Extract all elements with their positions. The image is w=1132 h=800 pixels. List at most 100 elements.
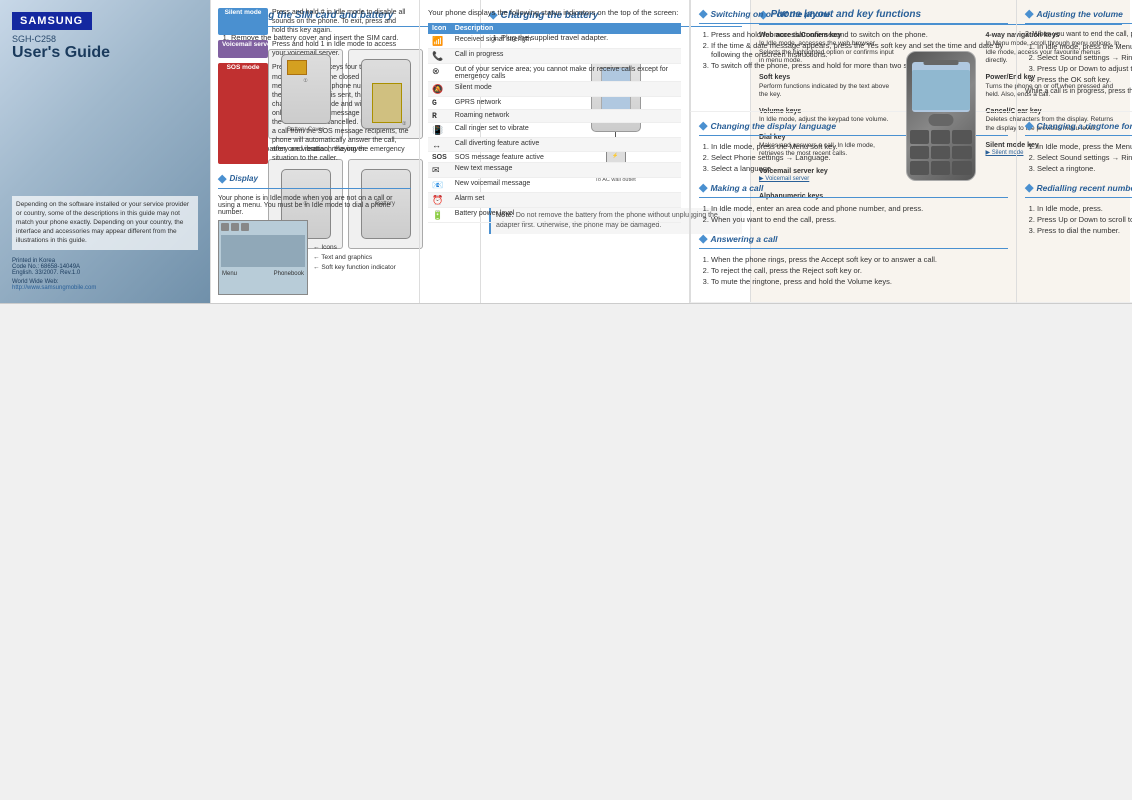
page: SAMSUNG SGH-C258 User's Guide Depending … (0, 0, 1132, 304)
screen-text-area (221, 235, 305, 267)
status-panel: Silent mode Press and hold # in Idle mod… (210, 0, 420, 303)
softkey-label: ← Soft key function indicator (313, 264, 396, 271)
status-icon-row: 📳 Call ringer set to vibrate (428, 123, 681, 138)
volume-note: While a call is in progress, press the V… (1025, 88, 1132, 95)
col-header-icon: Icon (428, 23, 451, 34)
icon-silent-desc: Silent mode (451, 82, 681, 97)
icon-vibrate-desc: Call ringer set to vibrate (451, 123, 681, 138)
icon-sos-desc: SOS message feature active (451, 152, 681, 163)
volume-step-3: Press Up or Down to adjust the volume le… (1037, 64, 1132, 73)
middle-row: Silent mode Press and hold # in Idle mod… (210, 0, 1132, 304)
icon-gprs: G (428, 97, 451, 110)
guide-title: User's Guide (12, 44, 198, 62)
ringtone-steps: In Idle mode, press the Menu soft key. S… (1025, 142, 1132, 173)
status-icon-row: ⏰ Alarm set (428, 193, 681, 208)
icon-call: 📞 (428, 49, 451, 64)
making-call-subsection: ◆ Making a call In Idle mode, enter an a… (699, 181, 1008, 224)
status-icons-panel: Your phone displays the following status… (420, 0, 690, 303)
screen-icons (219, 221, 307, 233)
sim-label-2: ② (402, 121, 406, 127)
mode-silent: Silent mode Press and hold # in Idle mod… (218, 8, 411, 35)
silent-mode-badge: Silent mode (218, 8, 268, 35)
status-icon-row: ✉ New text message (428, 163, 681, 178)
phone-3d-container (901, 31, 981, 201)
redialling-steps: In Idle mode, press. Press Up or Down to… (1025, 204, 1132, 235)
display-section: ◆ Display Your phone is in Idle mode whe… (218, 172, 411, 295)
diamond-icon-switch: ◆ (699, 7, 707, 20)
status-icon-row: G GPRS network (428, 97, 681, 110)
display-desc: Your phone is in Idle mode when you are … (218, 195, 411, 216)
answer-step-3: To mute the ringtone, press and hold the… (711, 277, 1008, 286)
sim-phone-img: ① (281, 54, 331, 124)
screen-mockup: Menu Phonebook (218, 220, 308, 295)
status-icon-row: 🔕 Silent mode (428, 82, 681, 97)
screen-labels: ← Icons ← Text and graphics ← Soft key f… (313, 244, 396, 271)
icon-roaming: R (428, 110, 451, 123)
switching-title: ◆ Switching on or off the phone (699, 7, 1008, 24)
icon-alarm: ⏰ (428, 193, 451, 208)
icon-battery: 🔋 (428, 208, 451, 223)
icon-battery-desc: Battery power level (451, 208, 681, 223)
icon-no-service-desc: Out of your service area; you cannot mak… (451, 64, 681, 82)
adjusting-volume-title: ◆ Adjusting the volume (1025, 7, 1132, 24)
ringtone-step-1: In Idle mode, press the Menu soft key. (1037, 142, 1132, 151)
icon-divert-desc: Call diverting feature active (451, 138, 681, 152)
display-title: ◆ Display (218, 172, 411, 189)
icon-signal: 📶 (428, 34, 451, 49)
answer-step-2: To reject the call, press the Reject sof… (711, 266, 1008, 275)
icon-gprs-desc: GPRS network (451, 97, 681, 110)
icon-sos: SOS (428, 152, 451, 163)
top-row: SAMSUNG SGH-C258 User's Guide Depending … (0, 0, 210, 304)
sim-label-1: ① (303, 78, 307, 84)
softkey-menu: Menu (222, 271, 237, 277)
logo-panel: SAMSUNG SGH-C258 User's Guide Depending … (0, 0, 210, 303)
answering-call-subsection: ◆ Answering a call When the phone rings,… (699, 232, 1008, 286)
phone-nav (928, 114, 953, 126)
phone-keypad (910, 130, 972, 175)
logo-note: Depending on the software installed or y… (12, 196, 198, 249)
status-icon-row: 📞 Call in progress (428, 49, 681, 64)
status-icon-row: ⊗ Out of your service area; you cannot m… (428, 64, 681, 82)
icon-voicemail-desc: New voicemail message (451, 178, 681, 193)
softkey-phonebook: Phonebook (274, 271, 304, 277)
volume-step-4: Press the OK soft key. (1037, 75, 1132, 84)
icon-sms: ✉ (428, 163, 451, 178)
screen-box: Menu Phonebook (218, 220, 308, 295)
icon-3 (241, 223, 249, 231)
status-icons-intro: Your phone displays the following status… (428, 8, 681, 17)
icon-no-service: ⊗ (428, 64, 451, 82)
status-icon-row: R Roaming network (428, 110, 681, 123)
icon-vibrate: 📳 (428, 123, 451, 138)
icon-roaming-desc: Roaming network (451, 110, 681, 123)
volume-step-1: In Idle mode, press the Menu soft key. (1037, 42, 1132, 51)
diamond-icon-display: ◆ (218, 172, 226, 185)
making-call-steps: In Idle mode, enter an area code and pho… (699, 204, 1008, 224)
diamond-icon-answer: ◆ (699, 232, 707, 245)
redial-step-2: Press Up or Down to scroll to the number… (1037, 215, 1132, 224)
ringtone-panel: ◆ Changing a ringtone for calls In Idle … (1016, 112, 1132, 302)
icon-1 (221, 223, 229, 231)
sim-card-img (287, 60, 307, 75)
text-graphics-label: ← Text and graphics (313, 254, 396, 261)
diamond-icon-redial: ◆ (1025, 181, 1033, 194)
redial-step-3: Press to dial the number. (1037, 226, 1132, 235)
sos-badge: SOS mode (218, 63, 268, 163)
redial-step-1: In Idle mode, press. (1037, 204, 1132, 213)
diamond-icon-volume: ◆ (1025, 7, 1033, 20)
diamond-icon-ringtone: ◆ (1025, 119, 1033, 132)
phone-3d-image (906, 51, 976, 181)
making-call-title: ◆ Making a call (699, 181, 1008, 198)
sim-phone-img-2: ② (361, 59, 411, 129)
status-icon-row: 🔋 Battery power level (428, 208, 681, 223)
answering-call-title: ◆ Answering a call (699, 232, 1008, 249)
col-header-desc: Description (451, 23, 681, 34)
volume-steps: In Idle mode, press the Menu soft key. S… (1025, 42, 1132, 84)
redialling-subsection: ◆ Redialling recent numbers In Idle mode… (1025, 181, 1132, 235)
icon-alarm-desc: Alarm set (451, 193, 681, 208)
icon-divert: ↔ (428, 138, 451, 152)
ringtone-step-3: Select a ringtone. (1037, 164, 1132, 173)
status-icon-row: 📧 New voicemail message (428, 178, 681, 193)
adjusting-volume-panel: ◆ Adjusting the volume 2. When you want … (1016, 0, 1132, 112)
icon-signal-desc: Received signal strength (451, 34, 681, 49)
status-icons-table: Icon Description 📶 Received signal stren… (428, 23, 681, 223)
